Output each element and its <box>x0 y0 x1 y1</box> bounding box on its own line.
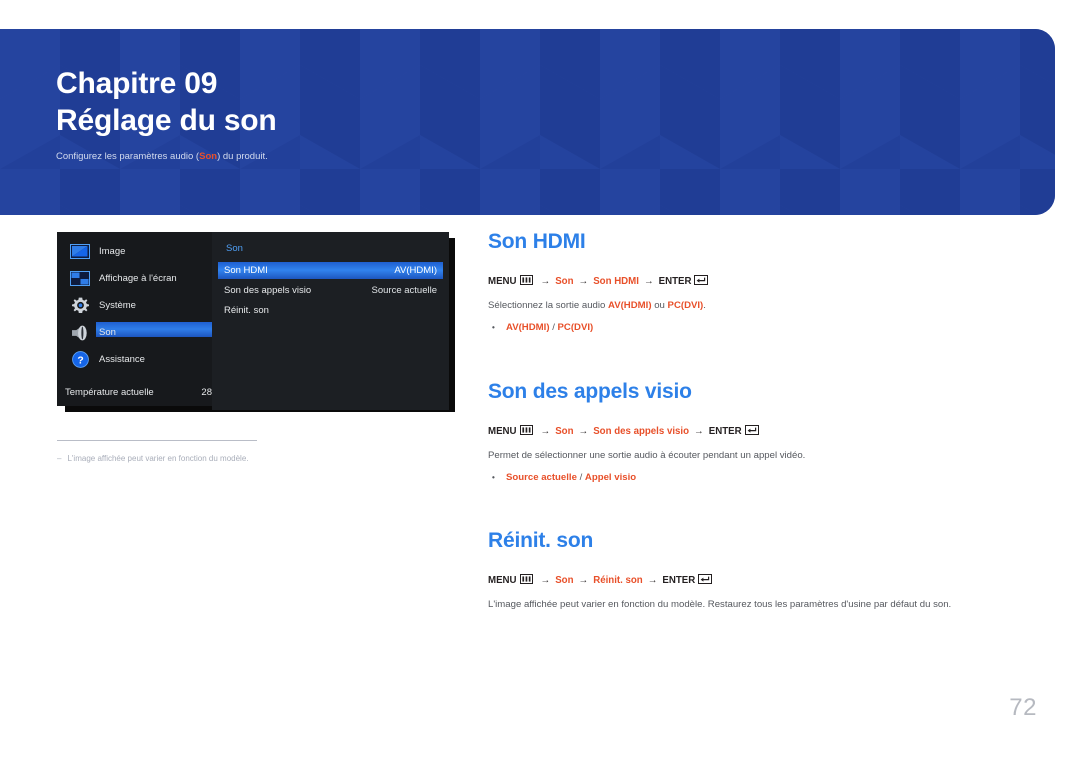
osd-sidebar-item-osd[interactable]: Affichage à l'écran <box>57 265 212 292</box>
section-bullet-options: Source actuelle / Appel visio <box>488 472 1028 483</box>
chapter-banner: Chapitre 09 Réglage du son Configurez le… <box>0 29 1055 215</box>
footnote-dash: ‒ <box>57 454 62 463</box>
desc-part: Sélectionnez la sortie audio <box>488 300 608 311</box>
enter-return-icon <box>744 425 759 438</box>
osd-temperature-label: Température actuelle <box>65 387 154 398</box>
path-arrow: → <box>578 575 589 586</box>
osd-sidebar-label: Assistance <box>99 354 145 365</box>
question-circle-icon: ? <box>70 351 90 368</box>
osd-sidebar-label: Image <box>99 246 126 257</box>
enter-return-icon <box>698 574 713 587</box>
osd-row-label: Réinit. son <box>224 305 269 316</box>
bullet-option-1: AV(HDMI) <box>506 322 550 333</box>
section-description: Sélectionnez la sortie audio AV(HDMI) ou… <box>488 300 1028 311</box>
section-heading: Réinit. son <box>488 529 594 552</box>
osd-submenu-row-reinit-son[interactable]: Réinit. son <box>218 302 443 319</box>
osd-row-value: AV(HDMI) <box>394 265 437 276</box>
osd-current-temperature: Température actuelle 28 <box>65 387 212 398</box>
page-number: 72 <box>1009 694 1037 721</box>
path-step-2: Son des appels visio <box>593 426 690 437</box>
desc-part: . <box>703 300 706 311</box>
section-menu-path: MENU → Son → Son HDMI → ENTER <box>488 275 1028 288</box>
osd-sidebar-item-system[interactable]: Système <box>57 292 212 319</box>
bullet-option-2: PC(DVI) <box>557 322 594 333</box>
path-step-1: Son <box>555 575 574 586</box>
content-column: Son HDMI MENU → Son → Son HDMI → ENTER S… <box>488 230 1028 610</box>
osd-sidebar-item-sound[interactable]: Son <box>57 319 212 346</box>
menu-bars-icon <box>519 275 533 288</box>
menu-bars-icon <box>519 574 533 587</box>
bullet-option-2: Appel visio <box>584 472 637 483</box>
bullet-separator: / <box>576 472 585 483</box>
path-arrow: → <box>540 575 551 586</box>
osd-sidebar-item-support[interactable]: ? Assistance <box>57 346 212 373</box>
footnote-body: L'image affichée peut varier en fonction… <box>67 454 249 463</box>
chapter-subtitle-before: Configurez les paramètres audio ( <box>56 151 200 163</box>
osd-row-label: Son HDMI <box>224 265 268 276</box>
path-arrow: → <box>647 575 658 586</box>
path-step-2: Réinit. son <box>593 575 643 586</box>
path-arrow: → <box>540 276 551 287</box>
menu-label: MENU <box>488 276 517 287</box>
chapter-subtitle-after: ) du produit. <box>217 151 268 163</box>
osd-submenu-title: Son <box>226 243 243 254</box>
enter-return-icon <box>694 275 709 288</box>
desc-part-accent: AV(HDMI) <box>608 300 652 311</box>
osd-submenu-panel: Son Son HDMI AV(HDMI) Son des appels vis… <box>212 232 449 410</box>
chapter-subtitle-keyword: Son <box>199 151 218 163</box>
menu-label: MENU <box>488 575 517 586</box>
section-description: Permet de sélectionner une sortie audio … <box>488 450 806 461</box>
path-step-1: Son <box>555 426 574 437</box>
osd-row-value: Source actuelle <box>371 285 437 296</box>
document-page: Chapitre 09 Réglage du son Configurez le… <box>0 0 1080 763</box>
section-menu-path: MENU → Son → Réinit. son → ENTER <box>488 574 1028 587</box>
osd-submenu-row-son-appels-visio[interactable]: Son des appels visio Source actuelle <box>218 282 443 299</box>
bullet-separator: / <box>549 322 558 333</box>
chapter-subtitle: Configurez les paramètres audio (Son) du… <box>56 151 277 162</box>
footnote-block: ‒ L'image affichée peut varier en fonctio… <box>57 440 477 463</box>
osd-sidebar-label: Affichage à l'écran <box>99 273 177 284</box>
path-arrow: → <box>643 276 654 287</box>
enter-label: ENTER <box>708 426 742 437</box>
footnote-divider <box>57 440 257 441</box>
bullet-option-1: Source actuelle <box>506 472 577 483</box>
section-menu-path: MENU → Son → Son des appels visio → ENTE… <box>488 425 1028 438</box>
chapter-number: Chapitre 09 <box>56 67 218 100</box>
path-arrow: → <box>578 276 589 287</box>
path-arrow: → <box>694 426 704 437</box>
path-step-2: Son HDMI <box>593 276 639 287</box>
osd-temperature-value: 28 <box>201 387 212 398</box>
section-heading: Son HDMI <box>488 230 586 253</box>
section-bullet-options: AV(HDMI) / PC(DVI) <box>488 322 1028 333</box>
osd-submenu-row-son-hdmi[interactable]: Son HDMI AV(HDMI) <box>218 262 443 279</box>
osd-screenshot: Image Affichage à l'écran Système Son ? … <box>57 232 455 412</box>
section-son-hdmi: Son HDMI MENU → Son → Son HDMI → ENTER S… <box>488 230 1028 333</box>
chapter-title: Réglage du son <box>56 103 277 137</box>
svg-text:?: ? <box>77 355 83 366</box>
osd-row-label: Son des appels visio <box>224 285 312 296</box>
enter-label: ENTER <box>658 276 692 287</box>
banner-text-block: Chapitre 09 Réglage du son Configurez le… <box>56 66 277 162</box>
speaker-icon <box>70 325 90 341</box>
section-reinit-son: Réinit. son MENU → Son → Réinit. son → E… <box>488 529 1028 610</box>
menu-bars-icon <box>519 425 533 438</box>
footnote-text: ‒ L'image affichée peut varier en fonctio… <box>57 454 477 463</box>
osd-sidebar-label: Son <box>99 327 116 338</box>
osd-sidebar: Image Affichage à l'écran Système Son ? … <box>57 232 212 406</box>
enter-label: ENTER <box>662 575 696 586</box>
picture-icon <box>70 244 90 260</box>
path-arrow: → <box>578 426 589 437</box>
menu-label: MENU <box>488 426 517 437</box>
section-son-des-appels-visio: Son des appels visio MENU → Son → Son de… <box>488 380 1028 483</box>
section-description: L'image affichée peut varier en fonction… <box>488 599 952 610</box>
gear-icon <box>70 297 90 314</box>
path-step-1: Son <box>555 276 574 287</box>
desc-part-accent: PC(DVI) <box>667 300 704 311</box>
desc-part: ou <box>651 300 668 311</box>
osd-sidebar-label: Système <box>99 300 136 311</box>
osd-grid-icon <box>70 271 90 287</box>
path-arrow: → <box>540 426 551 437</box>
osd-sidebar-item-image[interactable]: Image <box>57 238 212 265</box>
section-heading: Son des appels visio <box>488 380 692 403</box>
